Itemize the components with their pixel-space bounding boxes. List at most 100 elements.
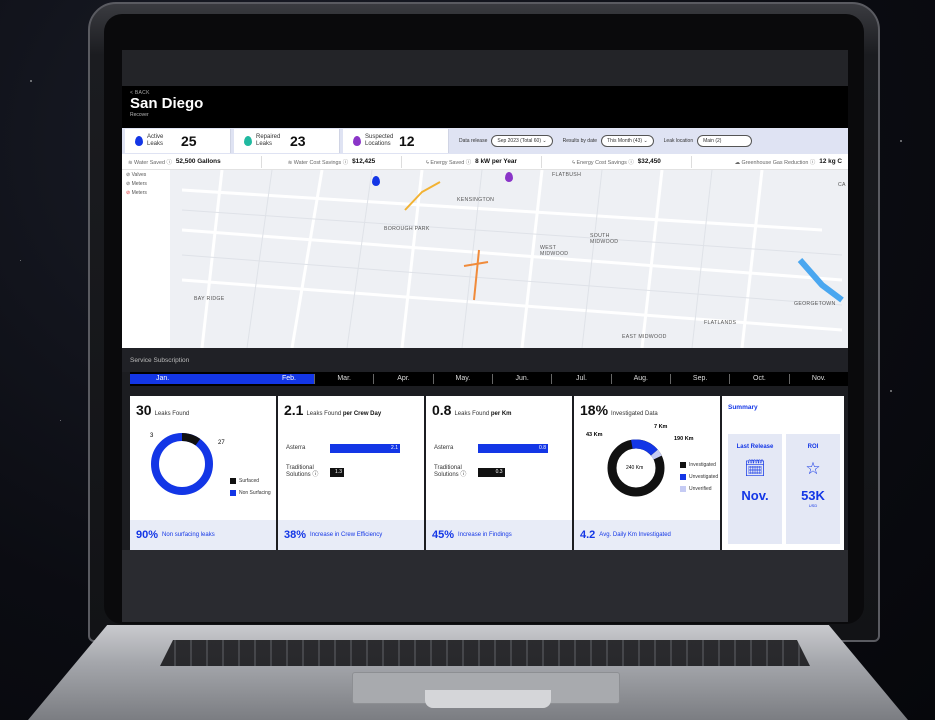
app-topbar <box>122 50 848 86</box>
bar-asterra: 0.8 <box>478 443 548 453</box>
app-screen: < BACK San Diego Recover Active Leaks 25… <box>122 50 848 622</box>
kpi-value: 0.8 <box>432 402 452 418</box>
card-per-crew-day: 2.1 Leaks Found per Crew Day Asterra 2.1 … <box>278 396 424 550</box>
donut-label: 27 <box>218 440 225 446</box>
star-icon: ☆ <box>805 459 821 478</box>
legend-meters[interactable]: ⊘ Meters <box>126 181 166 187</box>
month-feb[interactable]: Feb. <box>237 374 314 384</box>
stat-suspected-locations[interactable]: Suspected Locations 12 <box>343 129 449 153</box>
footer-value: 45% <box>432 529 455 541</box>
donut-label: 43 Km <box>586 432 603 438</box>
stat-label: Repaired Leaks <box>256 134 281 147</box>
stat-label: Active Leaks <box>147 134 164 147</box>
comparison-bars: Asterra 0.8 Traditional Solutions ⓘ 0.3 <box>434 436 564 484</box>
legend-valves[interactable]: ⊘ Valves <box>126 172 166 178</box>
data-release-select[interactable]: Sep 2023 (Total 60) ⌄ <box>491 135 553 147</box>
summary-roi: ROI ☆ 53K USD <box>786 434 840 544</box>
legend-unverified: Unverified <box>680 486 712 492</box>
month-apr[interactable]: Apr. <box>373 374 432 384</box>
metric-value: 8 kW per Year <box>475 158 517 165</box>
footer-text: Increase in Findings <box>458 532 512 538</box>
map-legend: ⊘ Valves ⊘ Meters ⊘ Meters <box>122 170 170 348</box>
summary-label: ROI <box>807 444 819 450</box>
leak-location-select[interactable]: Main (2) <box>697 135 753 147</box>
map-label: BOROUGH PARK <box>384 226 430 232</box>
map-label: SOUTH MIDWOOD <box>590 233 619 245</box>
active-leak-marker[interactable] <box>372 176 380 186</box>
app-footer-area <box>122 550 848 622</box>
donut-label: 190 Km <box>674 436 694 442</box>
legend-meters-2[interactable]: ⊘ Meters <box>126 190 166 196</box>
month-jun[interactable]: Jun. <box>491 374 551 384</box>
star <box>60 420 61 421</box>
footer-value: 4.2 <box>580 529 596 541</box>
summary-label: Last Release <box>736 444 774 450</box>
kpi-label: Investigated Data <box>611 411 658 417</box>
card-leaks-found: 30 Leaks Found 3 27 Surfaced Non Surfaci… <box>130 396 276 550</box>
month-timeline: Jan. Feb. Mar. Apr. May. Jun. Jul. Aug. … <box>130 372 848 386</box>
drop-icon <box>353 136 361 146</box>
stat-value: 23 <box>290 133 306 149</box>
bar-label: Asterra <box>434 444 454 451</box>
month-jan[interactable]: Jan. <box>130 374 238 384</box>
footer-value: 90% <box>136 529 159 541</box>
map-label: KENSINGTON <box>457 197 495 203</box>
metric-value: 12 kg C <box>819 158 842 165</box>
summary-last-release: Last Release 🗓 Nov. <box>728 434 782 544</box>
summary-value: Nov. <box>741 488 769 503</box>
suspected-location-marker[interactable] <box>505 172 513 182</box>
page-header: < BACK San Diego Recover <box>122 86 848 128</box>
map-label: BAY RIDGE <box>194 296 225 302</box>
donut-label: 7 Km <box>654 424 668 430</box>
month-may[interactable]: May. <box>432 374 492 384</box>
filter-data-release: Data release Sep 2023 (Total 60) ⌄ <box>459 135 553 147</box>
leak-map[interactable]: ⊘ Valves ⊘ Meters ⊘ Meters FLATBUSH KENS… <box>122 170 848 348</box>
service-subscription-label: Service Subscription <box>122 348 848 372</box>
kpi-value: 30 <box>136 402 152 418</box>
summary-value: 53K <box>801 488 825 503</box>
month-sep[interactable]: Sep. <box>669 374 729 384</box>
kpi-label: Leaks Found <box>154 411 190 417</box>
month-mar[interactable]: Mar. <box>314 374 373 384</box>
card-footer: 45% Increase in Findings <box>426 520 572 550</box>
summary-panel: Summary Last Release 🗓 Nov. ROI ☆ 53K US… <box>722 396 844 550</box>
laptop-notch <box>425 690 551 708</box>
metric-label: ☁ Greenhouse Gas Reduction ⓘ <box>734 159 816 166</box>
footer-text: Avg. Daily Km Investigated <box>599 532 671 538</box>
month-aug[interactable]: Aug. <box>610 374 670 384</box>
legend-investigated: Investigated <box>680 462 716 468</box>
month-jul[interactable]: Jul. <box>551 374 610 384</box>
stat-value: 12 <box>399 133 415 149</box>
metric-value: $32,450 <box>637 158 661 165</box>
stat-active-leaks[interactable]: Active Leaks 25 <box>125 129 231 153</box>
filter-leak-location: Leak location Main (2) <box>664 135 753 147</box>
filter-label: Leak location <box>663 138 694 144</box>
star <box>890 390 892 392</box>
metric-energy-saved: ϟ Energy Saved ⓘ 8 kW per Year <box>402 155 542 168</box>
calendar-icon: 🗓 <box>744 459 766 478</box>
filter-results-by-date: Results by date This Month (43) ⌄ <box>563 135 654 147</box>
drop-icon <box>135 136 143 146</box>
summary-unit: USD <box>808 503 818 508</box>
kpi-value: 18% <box>580 402 609 418</box>
results-by-date-select[interactable]: This Month (43) ⌄ <box>601 135 654 147</box>
metric-ghg: ☁ Greenhouse Gas Reduction ⓘ 12 kg C <box>692 156 848 168</box>
month-nov[interactable]: Nov. <box>788 374 848 384</box>
metric-value: 52,500 Gallons <box>175 158 221 165</box>
stat-repaired-leaks[interactable]: Repaired Leaks 23 <box>234 129 340 153</box>
month-oct[interactable]: Oct. <box>729 374 788 384</box>
map-label: WEST MIDWOOD <box>540 245 569 257</box>
card-footer: 4.2 Avg. Daily Km Investigated <box>574 520 720 550</box>
bar-label: Traditional Solutions ⓘ <box>434 465 467 478</box>
metric-value: $12,425 <box>352 158 376 165</box>
comparison-bars: Asterra 2.1 Traditional Solutions ⓘ 1.3 <box>286 436 416 484</box>
metrics-bar: ≋ Water Saved ⓘ 52,500 Gallons ≋ Water Co… <box>122 154 848 170</box>
page-title: San Diego <box>130 95 204 112</box>
card-per-km: 0.8 Leaks Found per Km Asterra 0.8 Tradit… <box>426 396 572 550</box>
card-footer: 38% Increase in Crew Efficiency <box>278 520 424 550</box>
map-label: GEORGETOWN <box>794 301 836 307</box>
kpi-value: 2.1 <box>284 402 304 418</box>
card-footer: 90% Non surfacing leaks <box>130 520 276 550</box>
footer-text: Non surfacing leaks <box>162 532 215 538</box>
metric-label: ≋ Water Saved ⓘ <box>128 159 172 166</box>
